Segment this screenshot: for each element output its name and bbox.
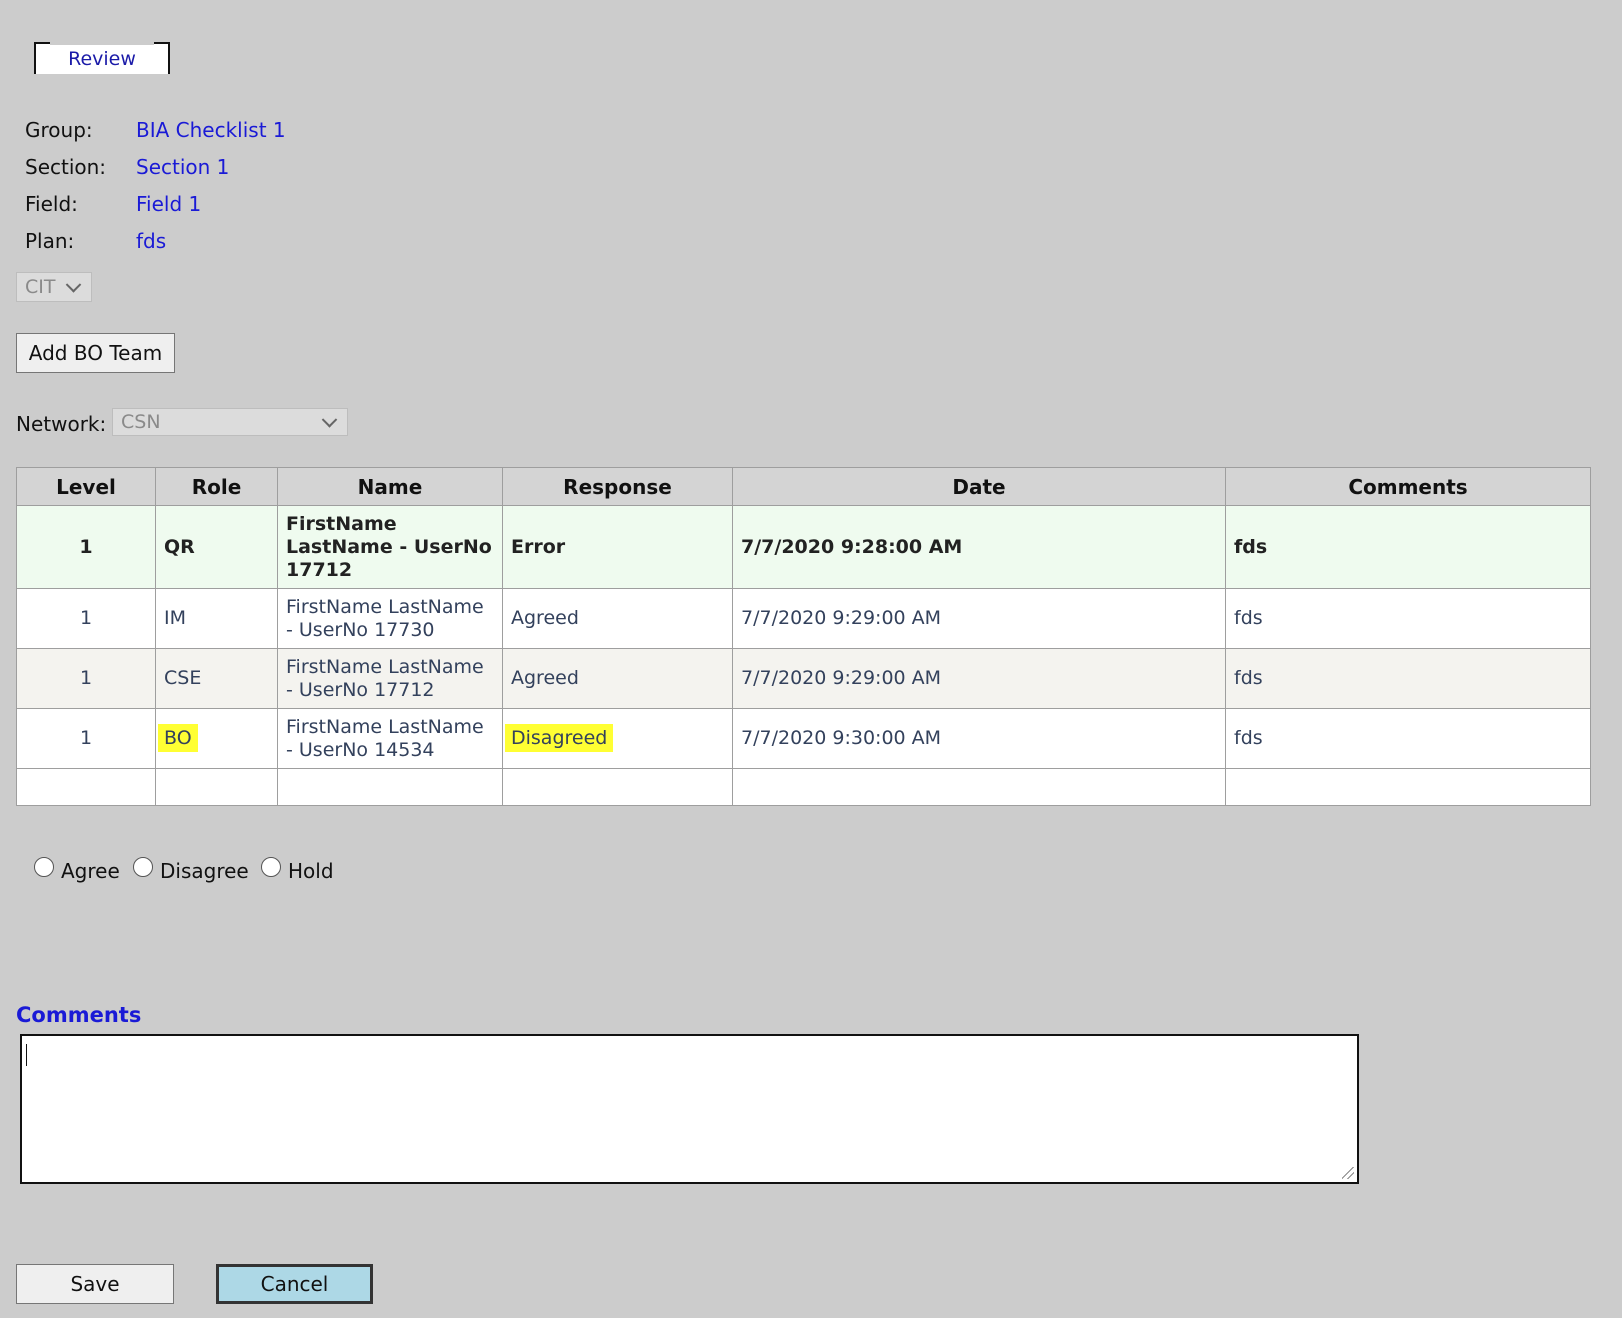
cell-date: 7/7/2020 9:29:00 AM — [732, 648, 1226, 709]
chevron-down-icon — [65, 277, 82, 293]
table-header-row: Level Role Name Response Date Comments — [16, 467, 1591, 506]
cell-role: QR — [155, 505, 278, 589]
cell-empty — [732, 768, 1226, 806]
radio-agree-label: Agree — [61, 859, 120, 883]
cell-level: 1 — [16, 708, 156, 769]
table-row: 1 QR FirstName LastName - UserNo 17712 E… — [16, 505, 1591, 589]
col-header-comments: Comments — [1225, 467, 1591, 506]
network-label: Network: — [16, 412, 107, 436]
table-row-empty — [16, 768, 1591, 806]
cell-level: 1 — [16, 505, 156, 589]
tab-review[interactable]: Review — [34, 42, 170, 74]
tab-top-gap — [50, 41, 154, 45]
cell-name: FirstName LastName - UserNo 17712 — [277, 505, 503, 589]
comments-heading: Comments — [16, 1003, 142, 1027]
network-select-value: CSN — [121, 411, 161, 433]
radio-agree[interactable] — [34, 857, 54, 877]
cell-empty — [16, 768, 156, 806]
text-cursor — [26, 1044, 27, 1066]
review-table: Level Role Name Response Date Comments 1… — [16, 467, 1591, 806]
cell-name: FirstName LastName - UserNo 14534 — [277, 708, 503, 769]
field-label: Field: — [25, 192, 78, 216]
add-bo-team-button[interactable]: Add BO Team — [16, 333, 175, 373]
cell-role: CSE — [155, 648, 278, 709]
cell-response: Agreed — [502, 588, 733, 649]
save-button[interactable]: Save — [16, 1264, 174, 1304]
cell-level: 1 — [16, 588, 156, 649]
cell-response: Disagreed — [502, 708, 733, 769]
cell-date: 7/7/2020 9:28:00 AM — [732, 505, 1226, 589]
cell-level: 1 — [16, 648, 156, 709]
col-header-level: Level — [16, 467, 156, 506]
cell-response: Error — [502, 505, 733, 589]
cell-name: FirstName LastName - UserNo 17730 — [277, 588, 503, 649]
table-row: 1 IM FirstName LastName - UserNo 17730 A… — [16, 588, 1591, 649]
cell-role: IM — [155, 588, 278, 649]
radio-disagree-label: Disagree — [160, 859, 249, 883]
radio-disagree[interactable] — [133, 857, 153, 877]
table-row: 1 BO FirstName LastName - UserNo 14534 D… — [16, 708, 1591, 769]
cell-comments: fds — [1225, 588, 1591, 649]
role-select[interactable]: CIT — [16, 272, 92, 302]
cell-response: Agreed — [502, 648, 733, 709]
section-value: Section 1 — [136, 155, 230, 179]
group-value: BIA Checklist 1 — [136, 118, 286, 142]
cell-comments: fds — [1225, 708, 1591, 769]
cell-date: 7/7/2020 9:29:00 AM — [732, 588, 1226, 649]
cancel-button[interactable]: Cancel — [216, 1264, 373, 1304]
chevron-down-icon — [321, 412, 338, 428]
cell-date: 7/7/2020 9:30:00 AM — [732, 708, 1226, 769]
plan-label: Plan: — [25, 229, 75, 253]
cell-empty — [502, 768, 733, 806]
tab-review-label: Review — [68, 48, 136, 70]
cell-role: BO — [155, 708, 278, 769]
col-header-date: Date — [732, 467, 1226, 506]
cell-name: FirstName LastName - UserNo 17712 — [277, 648, 503, 709]
resize-grip-icon[interactable] — [1342, 1167, 1354, 1179]
col-header-name: Name — [277, 467, 503, 506]
col-header-role: Role — [155, 467, 278, 506]
cell-empty — [277, 768, 503, 806]
cell-comments: fds — [1225, 648, 1591, 709]
highlighted-role: BO — [158, 724, 198, 752]
role-select-value: CIT — [25, 276, 56, 298]
highlighted-response: Disagreed — [505, 724, 614, 752]
network-select[interactable]: CSN — [112, 408, 348, 436]
cell-empty — [155, 768, 278, 806]
cell-comments: fds — [1225, 505, 1591, 589]
cell-empty — [1225, 768, 1591, 806]
comments-textarea[interactable] — [20, 1034, 1359, 1184]
radio-hold[interactable] — [261, 857, 281, 877]
plan-value: fds — [136, 229, 167, 253]
radio-hold-label: Hold — [288, 859, 334, 883]
field-value: Field 1 — [136, 192, 202, 216]
group-label: Group: — [25, 118, 93, 142]
table-row: 1 CSE FirstName LastName - UserNo 17712 … — [16, 648, 1591, 709]
col-header-response: Response — [502, 467, 733, 506]
section-label: Section: — [25, 155, 107, 179]
